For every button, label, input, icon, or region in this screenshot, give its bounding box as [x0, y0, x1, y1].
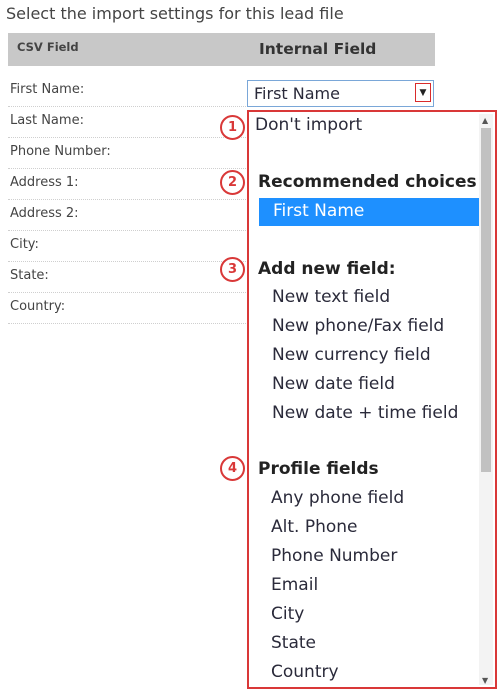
annotation-badge-3: 3 — [220, 257, 245, 282]
option-new-date-time-field[interactable]: New date + time field — [272, 403, 458, 423]
csv-row-state: State: — [8, 262, 248, 293]
csv-row-first-name: First Name: — [8, 76, 248, 107]
internal-field-header: Internal Field — [259, 40, 377, 58]
option-any-phone-field[interactable]: Any phone field — [271, 488, 404, 508]
dropdown-scrollbar[interactable]: ▲ ▼ — [479, 114, 493, 685]
internal-field-dropdown: Don't import Recommended choices First N… — [247, 110, 497, 689]
csv-row-address-1: Address 1: — [8, 169, 248, 200]
csv-row-last-name: Last Name: — [8, 107, 248, 138]
option-new-text-field[interactable]: New text field — [272, 287, 390, 307]
annotation-badge-1: 1 — [220, 115, 245, 140]
option-email[interactable]: Email — [271, 575, 318, 595]
annotation-badge-4: 4 — [220, 456, 245, 481]
scroll-down-arrow-icon[interactable]: ▼ — [482, 676, 488, 685]
option-state[interactable]: State — [271, 633, 316, 653]
dropdown-arrow-icon[interactable]: ▼ — [415, 83, 431, 102]
page-heading: Select the import settings for this lead… — [6, 4, 344, 23]
option-phone-number[interactable]: Phone Number — [271, 546, 397, 566]
option-country[interactable]: Country — [271, 662, 339, 682]
annotation-badge-2: 2 — [220, 170, 245, 195]
group-add-new-field: Add new field: — [258, 259, 396, 279]
scrollbar-thumb[interactable] — [481, 128, 491, 472]
option-new-currency-field[interactable]: New currency field — [272, 345, 431, 365]
internal-field-select[interactable]: First Name ▼ — [247, 80, 434, 107]
option-city[interactable]: City — [271, 604, 304, 624]
option-new-date-field[interactable]: New date field — [272, 374, 395, 394]
scroll-up-arrow-icon[interactable]: ▲ — [482, 116, 488, 125]
option-alt-phone[interactable]: Alt. Phone — [271, 517, 358, 537]
group-profile-fields: Profile fields — [258, 459, 379, 479]
csv-field-list: First Name: Last Name: Phone Number: Add… — [8, 76, 248, 324]
csv-row-country: Country: — [8, 293, 248, 324]
group-recommended-choices: Recommended choices — [258, 172, 477, 192]
csv-field-header: CSV Field — [17, 40, 79, 54]
option-new-phone-fax-field[interactable]: New phone/Fax field — [272, 316, 444, 336]
csv-row-city: City: — [8, 231, 248, 262]
csv-row-address-2: Address 2: — [8, 200, 248, 231]
option-first-name-label: First Name — [273, 201, 365, 221]
csv-row-phone-number: Phone Number: — [8, 138, 248, 169]
select-value: First Name — [254, 84, 340, 103]
option-dont-import[interactable]: Don't import — [255, 115, 362, 135]
